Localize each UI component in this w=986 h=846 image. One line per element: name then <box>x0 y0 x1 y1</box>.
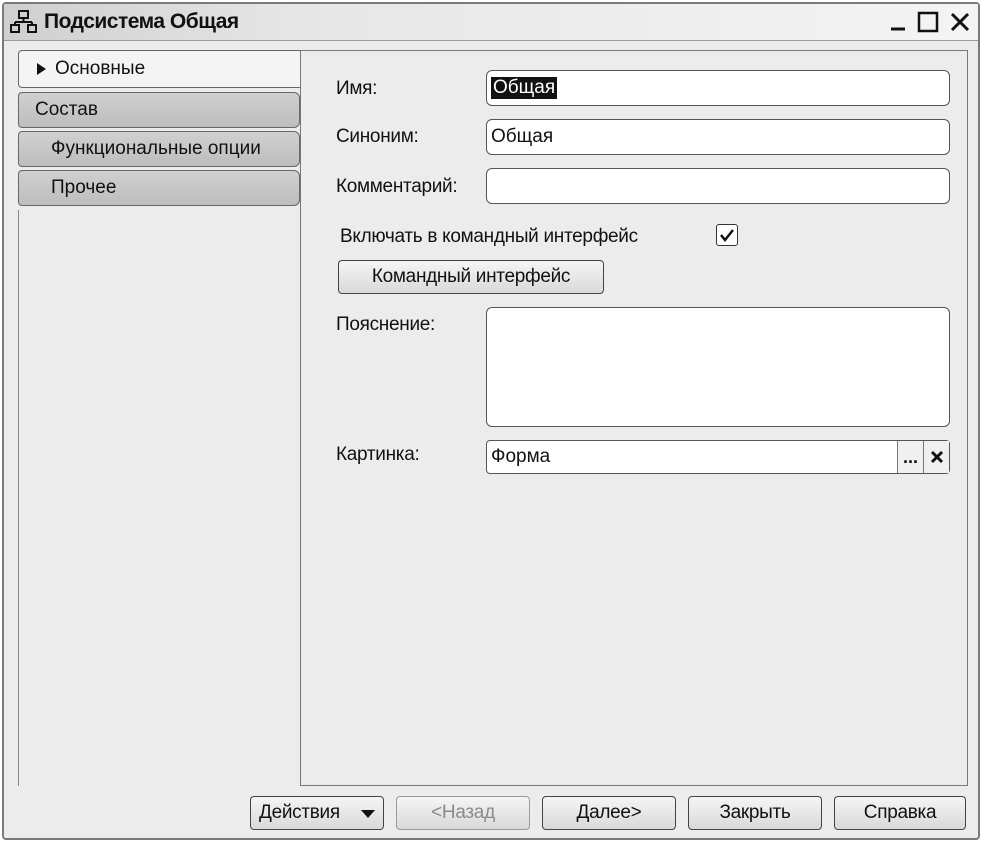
title-bar[interactable]: Подсистема Общая <box>4 4 978 41</box>
minimize-icon[interactable] <box>884 8 912 36</box>
actions-button[interactable]: Действия <box>250 796 384 830</box>
actions-label: Действия <box>259 802 340 823</box>
tab-label: Прочее <box>51 177 117 198</box>
comment-field[interactable] <box>486 168 950 204</box>
synonym-value: Общая <box>491 126 554 147</box>
subsystem-window: Подсистема Общая Основные Состав Функцио… <box>2 2 980 840</box>
clear-x-icon <box>930 450 943 464</box>
tab-label: Основные <box>55 58 146 79</box>
checkmark-icon <box>720 229 734 243</box>
command-interface-button[interactable]: Командный интерфейс <box>338 260 604 294</box>
tab-list: Основные Состав Функциональные опции Про… <box>18 50 302 786</box>
name-value: Общая <box>491 77 558 99</box>
current-tab-arrow-icon <box>37 63 46 75</box>
close-icon[interactable] <box>946 8 974 36</box>
next-button[interactable]: Далее> <box>542 796 676 830</box>
name-label: Имя: <box>336 78 378 99</box>
comment-label: Комментарий: <box>336 176 458 197</box>
back-button[interactable]: <Назад <box>396 796 530 830</box>
help-button[interactable]: Справка <box>834 796 966 830</box>
close-button[interactable]: Закрыть <box>688 796 822 830</box>
picture-field[interactable]: Форма ... <box>486 440 950 474</box>
tab-main[interactable]: Основные <box>18 50 302 88</box>
tab-composition[interactable]: Состав <box>18 92 300 128</box>
include-in-command-interface-checkbox[interactable] <box>716 224 738 246</box>
picture-label: Картинка: <box>336 444 420 465</box>
name-field[interactable]: Общая <box>486 70 950 106</box>
maximize-icon[interactable] <box>914 8 942 36</box>
window-title: Подсистема Общая <box>44 10 239 33</box>
picture-value: Форма <box>491 446 551 467</box>
synonym-field[interactable]: Общая <box>486 119 950 155</box>
explanation-label: Пояснение: <box>336 314 436 335</box>
tab-label: Состав <box>35 99 98 120</box>
select-picture-button[interactable]: ... <box>897 441 923 473</box>
tab-label: Функциональные опции <box>51 138 261 159</box>
dropdown-arrow-icon <box>361 810 375 818</box>
explanation-field[interactable] <box>486 307 950 427</box>
tab-functional-options[interactable]: Функциональные опции <box>18 131 300 167</box>
include-in-command-interface-label: Включать в командный интерфейс <box>340 226 638 247</box>
clear-picture-button[interactable] <box>923 441 949 473</box>
subsystem-tree-icon <box>10 10 38 34</box>
tab-other[interactable]: Прочее <box>18 170 300 206</box>
synonym-label: Синоним: <box>336 126 419 147</box>
